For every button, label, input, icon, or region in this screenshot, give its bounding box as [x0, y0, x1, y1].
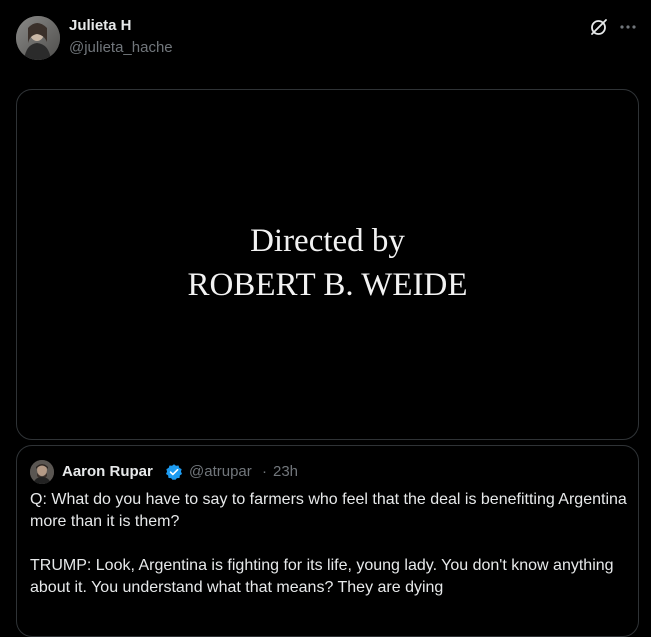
author-handle[interactable]: @julieta_hache — [69, 38, 173, 58]
quoted-text-paragraph-2: TRUMP: Look, Argentina is fighting for i… — [30, 557, 614, 596]
grok-icon — [591, 19, 607, 35]
media-caption-line-2: ROBERT B. WEIDE — [187, 267, 468, 303]
profile-photo-icon — [16, 16, 60, 60]
quoted-author-name: Aaron Rupar — [62, 463, 153, 480]
more-button[interactable] — [617, 16, 639, 38]
quoted-text-paragraph-1: Q: What do you have to say to farmers wh… — [30, 491, 627, 530]
more-icon — [620, 25, 636, 29]
tweet-media[interactable]: Directed by ROBERT B. WEIDE — [16, 89, 639, 440]
quoted-author-avatar — [30, 460, 54, 484]
quoted-author-handle: @atrupar — [189, 463, 252, 480]
tweet: Julieta H @julieta_hache Directed by ROB… — [0, 0, 651, 637]
quoted-timestamp: 23h — [273, 463, 299, 480]
media-caption-line-1: Directed by — [250, 223, 405, 259]
author-name[interactable]: Julieta H — [69, 16, 132, 36]
verified-badge-icon — [165, 464, 183, 481]
quoted-profile-photo-icon — [30, 460, 54, 484]
quoted-tweet[interactable]: Aaron Rupar @atrupar · 23h Q: What do yo… — [16, 445, 639, 637]
grok-button[interactable] — [588, 16, 610, 38]
author-avatar[interactable] — [16, 16, 60, 60]
quoted-separator: · — [262, 463, 267, 480]
